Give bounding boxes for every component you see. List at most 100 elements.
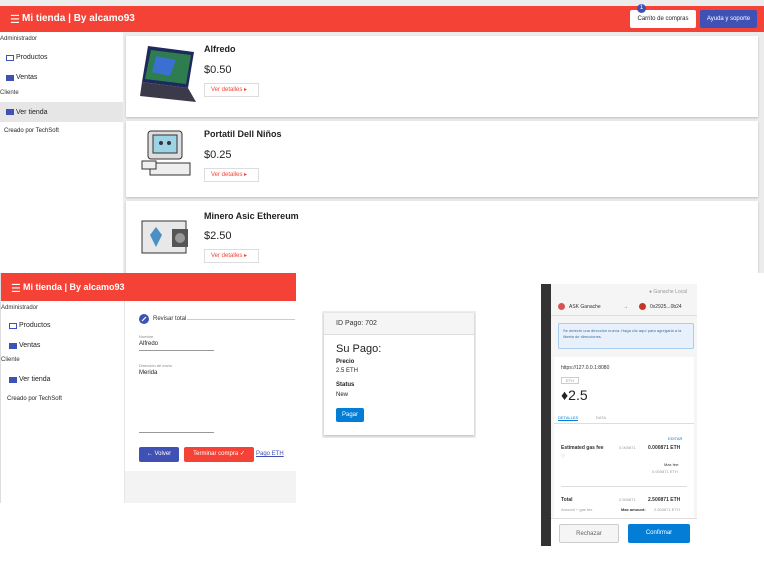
product-price: $2.50 <box>204 230 232 242</box>
sidebar-item-ver-tienda[interactable]: Ver tienda <box>9 376 51 383</box>
sidebar-item-productos[interactable]: Productos <box>6 54 48 61</box>
wallet-side-strip <box>541 284 551 546</box>
step-divider <box>187 319 295 320</box>
total-divider <box>561 486 687 487</box>
wallet-screenshot: ● Ganache Local ASK Ganache → 0x2925...0… <box>541 284 697 546</box>
admin-heading: Administrador <box>0 36 38 42</box>
sidebar: Administrador Productos Ventas Cliente V… <box>0 32 123 273</box>
tab-data[interactable]: DATA <box>596 415 606 420</box>
name-field[interactable]: Alfredo <box>139 341 214 351</box>
status-label: Status <box>336 382 355 388</box>
computer-image <box>141 130 191 176</box>
view-details-button[interactable]: Ver detalles ▸ <box>204 249 259 263</box>
product-price: $0.50 <box>204 64 232 76</box>
product-name: Portatil Dell Niños <box>204 129 282 139</box>
sidebar-item-label: Ver tienda <box>16 108 48 116</box>
admin-heading: Administrador <box>1 305 39 311</box>
amount-value: 2.5 <box>568 387 588 403</box>
asic-miner-image <box>141 220 188 254</box>
sidebar-item-label: Productos <box>19 322 51 329</box>
amount-gas-label: Amount + gas fee <box>561 507 593 512</box>
view-details-button[interactable]: Ver detalles ▸ <box>204 168 259 182</box>
sidebar-item-ventas[interactable]: Ventas <box>6 74 37 81</box>
sidebar-item-productos[interactable]: Productos <box>9 322 51 329</box>
sidebar-item-ventas[interactable]: Ventas <box>9 342 40 349</box>
wallet-popup: ● Ganache Local ASK Ganache → 0x2925...0… <box>551 284 697 546</box>
back-label: Volver <box>154 451 172 457</box>
new-address-notice[interactable]: Se detectó una dirección nueva. Haga cli… <box>558 323 694 349</box>
transaction-card: https://127.0.0.1:8080 ETH ♦2.5 DETALLES… <box>554 357 694 545</box>
edit-step-icon <box>139 314 149 324</box>
store-icon <box>9 376 17 383</box>
sidebar-item-label: Ventas <box>16 74 38 81</box>
price-value: 2.5 ETH <box>336 368 359 374</box>
max-amount-value: 2.500871 ETH <box>654 507 680 512</box>
reject-button[interactable]: Rechazar <box>559 524 619 543</box>
client-heading: Cliente <box>1 357 20 363</box>
gas-value: 0.000871 ETH <box>648 445 681 451</box>
gas-grey-value: 0.000871 <box>619 445 636 450</box>
arrow-right-icon: → <box>623 304 628 310</box>
view-details-button[interactable]: Ver detalles ▸ <box>204 83 259 97</box>
pay-button[interactable]: Pagar <box>336 408 364 422</box>
amount-display: ♦2.5 <box>561 387 588 403</box>
checkout-form: Revisar total Nombre Alfredo Dirección d… <box>125 301 296 471</box>
network-label: Ganache Local <box>653 289 688 295</box>
price-label: Precio <box>336 359 355 365</box>
list-icon <box>6 54 14 61</box>
product-card: Alfredo $0.50 Ver detalles ▸ <box>126 36 758 117</box>
total-grey-value: 2.500871 <box>619 497 636 502</box>
tab-divider <box>554 423 694 424</box>
help-button[interactable]: Ayuda y soporte <box>700 10 757 28</box>
details-label: Ver detalles <box>211 87 243 93</box>
product-card: Minero Asic Ethereum $2.50 Ver detalles … <box>126 201 758 273</box>
total-label: Total <box>561 497 573 503</box>
edit-link[interactable]: EDITAR <box>668 436 682 441</box>
origin-url: https://127.0.0.1:8080 <box>561 365 610 371</box>
max-fee-value: 0.000871 ETH <box>652 469 678 474</box>
gas-label: Estimated gas fee <box>561 445 604 451</box>
payment-title: Su Pago: <box>336 343 382 355</box>
sidebar-item-ver-tienda[interactable]: Ver tienda <box>0 102 123 122</box>
address-label: Dirección de envío <box>139 363 173 368</box>
menu-icon[interactable]: ☰ <box>10 13 20 26</box>
laptop-image <box>140 46 196 102</box>
total-value: 2.500871 ETH <box>648 497 681 503</box>
sidebar-item-label: Ver tienda <box>19 376 51 383</box>
address-field[interactable]: Merida <box>139 370 214 433</box>
app-title: Mi tienda | By alcamo93 <box>23 282 125 292</box>
back-button[interactable]: ← Volver <box>139 447 179 462</box>
checkout-screenshot: ☰ Mi tienda | By alcamo93 Administrador … <box>0 273 296 503</box>
product-name: Alfredo <box>204 44 236 54</box>
menu-icon[interactable]: ☰ <box>11 282 21 295</box>
status-value: New <box>336 392 349 398</box>
finish-label: Terminar compra <box>193 451 239 457</box>
client-heading: Cliente <box>0 90 19 96</box>
app-bar: ☰ Mi tienda | By alcamo93 <box>1 273 296 301</box>
sidebar-item-label: Productos <box>16 54 48 61</box>
network-indicator[interactable]: ● Ganache Local <box>649 289 687 295</box>
pay-eth-link[interactable]: Pago ETH <box>256 451 284 457</box>
name-label: Nombre <box>139 334 154 339</box>
to-account: 0x2925...0b24 <box>650 304 682 310</box>
store-icon <box>6 109 14 115</box>
confirm-button[interactable]: Confirmar <box>628 524 690 543</box>
from-account: ASK Ganache <box>569 304 601 310</box>
details-label: Ver detalles <box>211 172 243 178</box>
max-amount-label: Max amount: <box>621 507 646 512</box>
tab-details[interactable]: DETALLES <box>558 415 579 421</box>
finish-purchase-button[interactable]: Terminar compra ✓ <box>184 447 254 462</box>
truck-icon <box>6 74 14 81</box>
details-label: Ver detalles <box>211 253 243 259</box>
product-card: Portatil Dell Niños $0.25 Ver detalles ▸ <box>126 121 758 197</box>
method-tag: ETH <box>561 377 579 384</box>
cart-count-badge: 1 <box>637 4 646 13</box>
accounts-row: ASK Ganache → 0x2925...0b24 <box>551 298 697 316</box>
app-bar: ☰ Mi tienda | By alcamo93 Carrito de com… <box>0 4 764 32</box>
step-label: Revisar total <box>153 316 187 322</box>
sidebar: Administrador Productos Ventas Cliente V… <box>1 301 125 503</box>
payment-id: ID Pago: 702 <box>324 313 474 335</box>
info-icon: ⓘ <box>561 453 565 458</box>
from-account-avatar <box>558 303 565 310</box>
product-price: $0.25 <box>204 149 232 161</box>
